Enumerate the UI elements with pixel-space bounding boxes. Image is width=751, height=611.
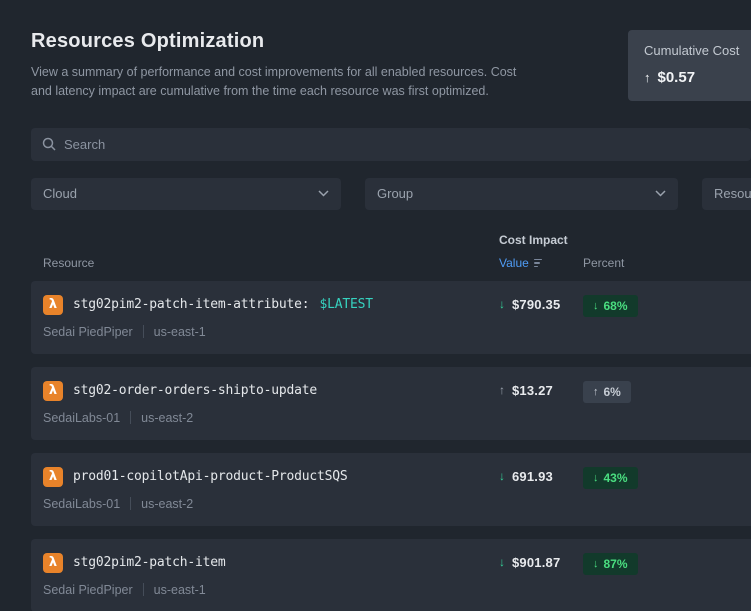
column-header-resource: Resource <box>43 255 95 270</box>
resource-list: λ stg02pim2-patch-item-attribute: $LATES… <box>31 280 751 611</box>
resource-filter-dropdown[interactable]: Resource <box>702 177 751 210</box>
lambda-icon: λ <box>43 294 63 315</box>
cost-impact-value: ↓ $790.35 <box>499 296 561 312</box>
cloud-filter-label: Cloud <box>43 186 77 202</box>
resource-row[interactable]: λ stg02-order-orders-shipto-update Sedai… <box>31 366 751 440</box>
percent-badge: ↓ 43% <box>583 466 638 489</box>
cumulative-cost-value: $0.57 <box>657 69 696 86</box>
search-icon <box>42 137 56 151</box>
divider <box>142 325 144 339</box>
search-input[interactable] <box>64 136 740 152</box>
lambda-icon: λ <box>43 380 63 401</box>
arrow-down-icon: ↓ <box>499 297 505 312</box>
cost-impact-group-header: Cost Impact <box>499 232 568 247</box>
cumulative-cost-label: Cumulative Cost <box>644 43 740 58</box>
percent-badge: ↑ 6% <box>583 380 631 403</box>
arrow-down-icon: ↓ <box>593 299 599 312</box>
arrow-down-icon: ↓ <box>499 469 505 484</box>
cost-impact-value: ↑ $13.27 <box>499 382 553 398</box>
divider <box>142 583 144 597</box>
arrow-up-icon: ↑ <box>499 383 505 398</box>
arrow-up-icon: ↑ <box>593 385 599 398</box>
resource-name[interactable]: stg02pim2-patch-item <box>73 555 226 570</box>
divider <box>130 497 132 511</box>
resource-region: us-east-2 <box>141 496 194 511</box>
page-subtitle: View a summary of performance and cost i… <box>31 65 517 99</box>
resource-name[interactable]: prod01-copilotApi-product-ProductSQS <box>73 469 348 484</box>
percent-badge: ↓ 87% <box>583 552 638 575</box>
chevron-down-icon <box>655 190 666 197</box>
arrow-down-icon: ↓ <box>593 557 599 570</box>
resource-account: SedaiLabs-01 <box>43 496 121 511</box>
resource-name-suffix: $LATEST <box>319 297 373 313</box>
chevron-down-icon <box>318 190 329 197</box>
arrow-down-icon: ↓ <box>499 555 505 570</box>
cost-impact-value: ↓ $901.87 <box>499 554 561 570</box>
resource-region: us-east-1 <box>153 324 206 339</box>
column-header-percent: Percent <box>583 255 625 270</box>
resource-account: Sedai PiedPiper <box>43 582 133 597</box>
resource-name[interactable]: stg02-order-orders-shipto-update <box>73 383 317 398</box>
table-header: Cost Impact Resource Value Percent <box>31 233 751 270</box>
percent-badge: ↓ 68% <box>583 294 638 317</box>
filter-row: Cloud Group Resource <box>31 177 751 210</box>
resource-account: Sedai PiedPiper <box>43 324 133 339</box>
sort-icon <box>533 258 542 267</box>
divider <box>130 411 132 425</box>
resource-region: us-east-2 <box>141 410 194 425</box>
resource-row[interactable]: λ prod01-copilotApi-product-ProductSQS S… <box>31 452 751 526</box>
lambda-icon: λ <box>43 466 63 487</box>
search-bar[interactable] <box>31 127 751 161</box>
group-filter-label: Group <box>377 186 414 202</box>
cloud-filter-dropdown[interactable]: Cloud <box>31 177 341 210</box>
column-header-value[interactable]: Value <box>499 256 583 270</box>
resource-name[interactable]: stg02pim2-patch-item-attribute: <box>73 297 310 312</box>
resource-region: us-east-1 <box>153 582 206 597</box>
resource-row[interactable]: λ stg02pim2-patch-item-attribute: $LATES… <box>31 280 751 354</box>
resource-filter-label: Resource <box>714 186 751 202</box>
arrow-down-icon: ↓ <box>593 471 599 484</box>
cumulative-cost-card: Cumulative Cost ↑ $0.57 <box>628 30 751 101</box>
resource-row[interactable]: λ stg02pim2-patch-item Sedai PiedPiper u… <box>31 538 751 611</box>
group-filter-dropdown[interactable]: Group <box>365 177 678 210</box>
resource-account: SedaiLabs-01 <box>43 410 121 425</box>
cost-impact-value: ↓ 691.93 <box>499 468 553 484</box>
lambda-icon: λ <box>43 552 63 573</box>
arrow-up-icon: ↑ <box>644 70 651 85</box>
